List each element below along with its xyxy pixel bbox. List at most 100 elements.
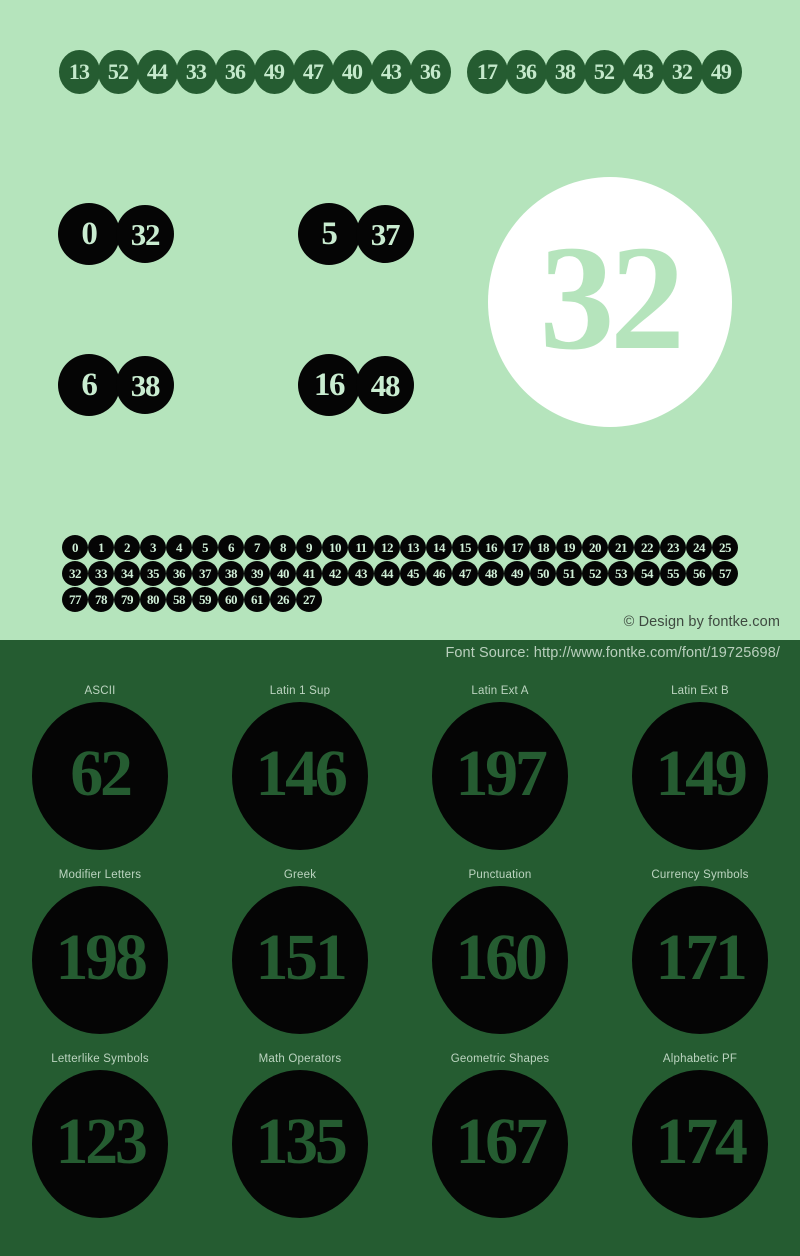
charset-glyph: 27 xyxy=(296,586,322,612)
showcase-value: 32 xyxy=(539,215,686,381)
charset-glyph: 26 xyxy=(270,586,296,612)
block-count-circle: 160 xyxy=(432,886,568,1034)
charset-glyph: 22 xyxy=(634,534,660,560)
charset-glyph: 37 xyxy=(192,560,218,586)
design-credit: © Design by fontke.com xyxy=(623,614,780,630)
pair-top-left: 0 32 xyxy=(58,203,174,265)
block-label: Currency Symbols xyxy=(651,869,749,881)
block-label: Greek xyxy=(283,869,317,881)
block-count-value: 160 xyxy=(455,921,547,994)
charset-glyph: 38 xyxy=(218,560,244,586)
charset-glyph: 79 xyxy=(114,586,140,612)
charset-glyph: 61 xyxy=(244,586,270,612)
charset-glyph: 52 xyxy=(582,560,608,586)
charset-glyph: 55 xyxy=(660,560,686,586)
charset-glyph: 46 xyxy=(426,560,452,586)
charset-glyph: 16 xyxy=(478,534,504,560)
charset-glyph: 78 xyxy=(88,586,114,612)
charset-row: 32 33 34 35 36 37 38 39 40 41 42 43 44 45 46 47 48 49 50 51… xyxy=(62,560,752,586)
charset-glyph: 58 xyxy=(166,586,192,612)
block-count-value: 197 xyxy=(455,737,547,810)
pair-glyph-left: 5 xyxy=(298,203,360,265)
block-count-value: 171 xyxy=(655,921,747,994)
pair-top-right: 5 37 xyxy=(298,203,414,265)
charset-glyph: 40 xyxy=(270,560,296,586)
pair-glyph-left: 0 xyxy=(58,203,120,265)
block-label: Geometric Shapes xyxy=(450,1053,550,1065)
charset-glyph: 44 xyxy=(374,560,400,586)
block-count-value: 146 xyxy=(255,737,347,810)
block-label: Latin 1 Sup xyxy=(269,685,331,697)
charset-glyph: 77 xyxy=(62,586,88,612)
block-cell[interactable]: Modifier Letters 198 xyxy=(0,866,200,1050)
block-count-circle: 171 xyxy=(632,886,768,1034)
block-cell[interactable]: Letterlike Symbols 123 xyxy=(0,1050,200,1234)
block-cell[interactable]: Punctuation 160 xyxy=(400,866,600,1050)
block-cell[interactable]: Latin Ext A 197 xyxy=(400,682,600,866)
block-cell[interactable]: Geometric Shapes 167 xyxy=(400,1050,600,1234)
charset-glyph: 33 xyxy=(88,560,114,586)
charset-glyph: 21 xyxy=(608,534,634,560)
block-count-circle: 123 xyxy=(32,1070,168,1218)
charset-glyph: 23 xyxy=(660,534,686,560)
block-label: Math Operators xyxy=(258,1053,342,1065)
charset-glyph: 19 xyxy=(556,534,582,560)
charset-glyph: 20 xyxy=(582,534,608,560)
block-label: ASCII xyxy=(84,685,116,697)
charset-glyph: 56 xyxy=(686,560,712,586)
pair-glyph-right: 38 xyxy=(116,356,174,414)
showcase-circle: 32 xyxy=(488,177,732,427)
charset-glyph: 59 xyxy=(192,586,218,612)
charset-glyph: 15 xyxy=(452,534,478,560)
pair-glyph-right: 32 xyxy=(116,205,174,263)
block-label: Letterlike Symbols xyxy=(51,1053,149,1065)
block-label: Alphabetic PF xyxy=(662,1053,738,1065)
charset-row: 0 1 2 3 4 5 6 7 8 9 10 11 12 13 14 15 16 17 18 19 20 21 22 23 24… xyxy=(62,534,752,560)
charset-glyph: 39 xyxy=(244,560,270,586)
charset-glyph: 14 xyxy=(426,534,452,560)
font-specimen-page: 13 52 44 33 36 49 47 40 43 36 17 36 38 52 43 32 49 0 32 5 3… xyxy=(0,0,800,1256)
block-count-value: 62 xyxy=(70,737,133,810)
block-count-value: 198 xyxy=(55,921,147,994)
block-cell[interactable]: Math Operators 135 xyxy=(200,1050,400,1234)
block-count-circle: 146 xyxy=(232,702,368,850)
block-label: Punctuation xyxy=(468,869,532,881)
charset-row: 77 78 79 80 58 59 60 61 26 27 xyxy=(62,586,752,612)
charset-grid: 0 1 2 3 4 5 6 7 8 9 10 11 12 13 14 15 16 17 18 19 20 21 22 23 24… xyxy=(62,534,752,612)
charset-glyph: 17 xyxy=(504,534,530,560)
block-count-circle: 149 xyxy=(632,702,768,850)
charset-glyph: 45 xyxy=(400,560,426,586)
block-count-value: 174 xyxy=(655,1105,747,1178)
block-cell[interactable]: ASCII 62 xyxy=(0,682,200,866)
charset-glyph: 4 xyxy=(166,534,192,560)
block-count-circle: 197 xyxy=(432,702,568,850)
block-count-value: 151 xyxy=(255,921,347,994)
block-cell[interactable]: Alphabetic PF 174 xyxy=(600,1050,800,1234)
charset-glyph: 36 xyxy=(166,560,192,586)
charset-glyph: 32 xyxy=(62,560,88,586)
charset-glyph: 41 xyxy=(296,560,322,586)
charset-glyph: 49 xyxy=(504,560,530,586)
block-label: Latin Ext A xyxy=(471,685,529,697)
block-cell[interactable]: Greek 151 xyxy=(200,866,400,1050)
font-source-link[interactable]: Font Source: http://www.fontke.com/font/… xyxy=(0,645,780,661)
block-row: ASCII 62 Latin 1 Sup 146 Latin Ext A 197 Latin… xyxy=(0,682,800,866)
charset-glyph: 9 xyxy=(296,534,322,560)
block-count-value: 167 xyxy=(455,1105,547,1178)
block-cell[interactable]: Currency Symbols 171 xyxy=(600,866,800,1050)
block-cell[interactable]: Latin 1 Sup 146 xyxy=(200,682,400,866)
charset-glyph: 54 xyxy=(634,560,660,586)
charset-glyph: 80 xyxy=(140,586,166,612)
block-count-value: 123 xyxy=(55,1105,147,1178)
charset-glyph: 1 xyxy=(88,534,114,560)
block-cell[interactable]: Latin Ext B 149 xyxy=(600,682,800,866)
charset-glyph: 12 xyxy=(374,534,400,560)
block-row: Modifier Letters 198 Greek 151 Punctuation 16… xyxy=(0,866,800,1050)
charset-glyph: 53 xyxy=(608,560,634,586)
charset-glyph: 2 xyxy=(114,534,140,560)
pair-glyph-left: 16 xyxy=(298,354,360,416)
charset-glyph: 42 xyxy=(322,560,348,586)
block-count-circle: 135 xyxy=(232,1070,368,1218)
unicode-block-grid: ASCII 62 Latin 1 Sup 146 Latin Ext A 197 Latin… xyxy=(0,682,800,1234)
charset-glyph: 18 xyxy=(530,534,556,560)
